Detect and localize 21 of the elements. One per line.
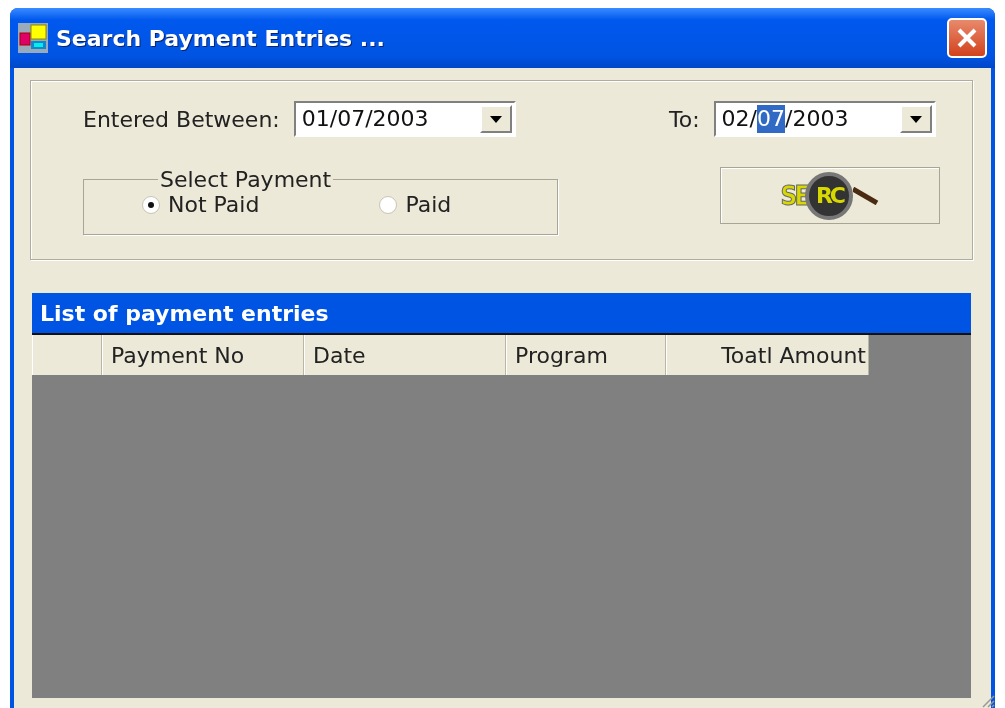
handle-icon (853, 186, 880, 205)
column-header[interactable]: Payment No (102, 335, 304, 375)
date-field[interactable]: 01/07/2003 (293, 101, 516, 137)
radio-option[interactable]: Paid (379, 192, 452, 217)
field-label: Entered Between: (83, 106, 280, 132)
caret-icon (489, 115, 502, 123)
app-icon (18, 23, 48, 53)
group-title: Select Payment (159, 167, 333, 192)
close-icon (956, 27, 978, 49)
window-title: Search Payment Entries ... (56, 25, 386, 51)
column-header[interactable]: Date (304, 335, 506, 375)
grid-caption: List of payment entries (32, 293, 971, 335)
field-label: To: (669, 106, 700, 132)
radio-option[interactable]: Not Paid (142, 192, 260, 217)
caret-icon (909, 115, 922, 123)
resize-grip-icon[interactable] (981, 694, 995, 708)
dropdown-button[interactable] (479, 105, 512, 133)
close-button[interactable] (947, 18, 987, 58)
dropdown-button[interactable] (899, 105, 932, 133)
column-header[interactable]: Program (506, 335, 666, 375)
column-header[interactable]: Toatl Amount (666, 335, 869, 375)
